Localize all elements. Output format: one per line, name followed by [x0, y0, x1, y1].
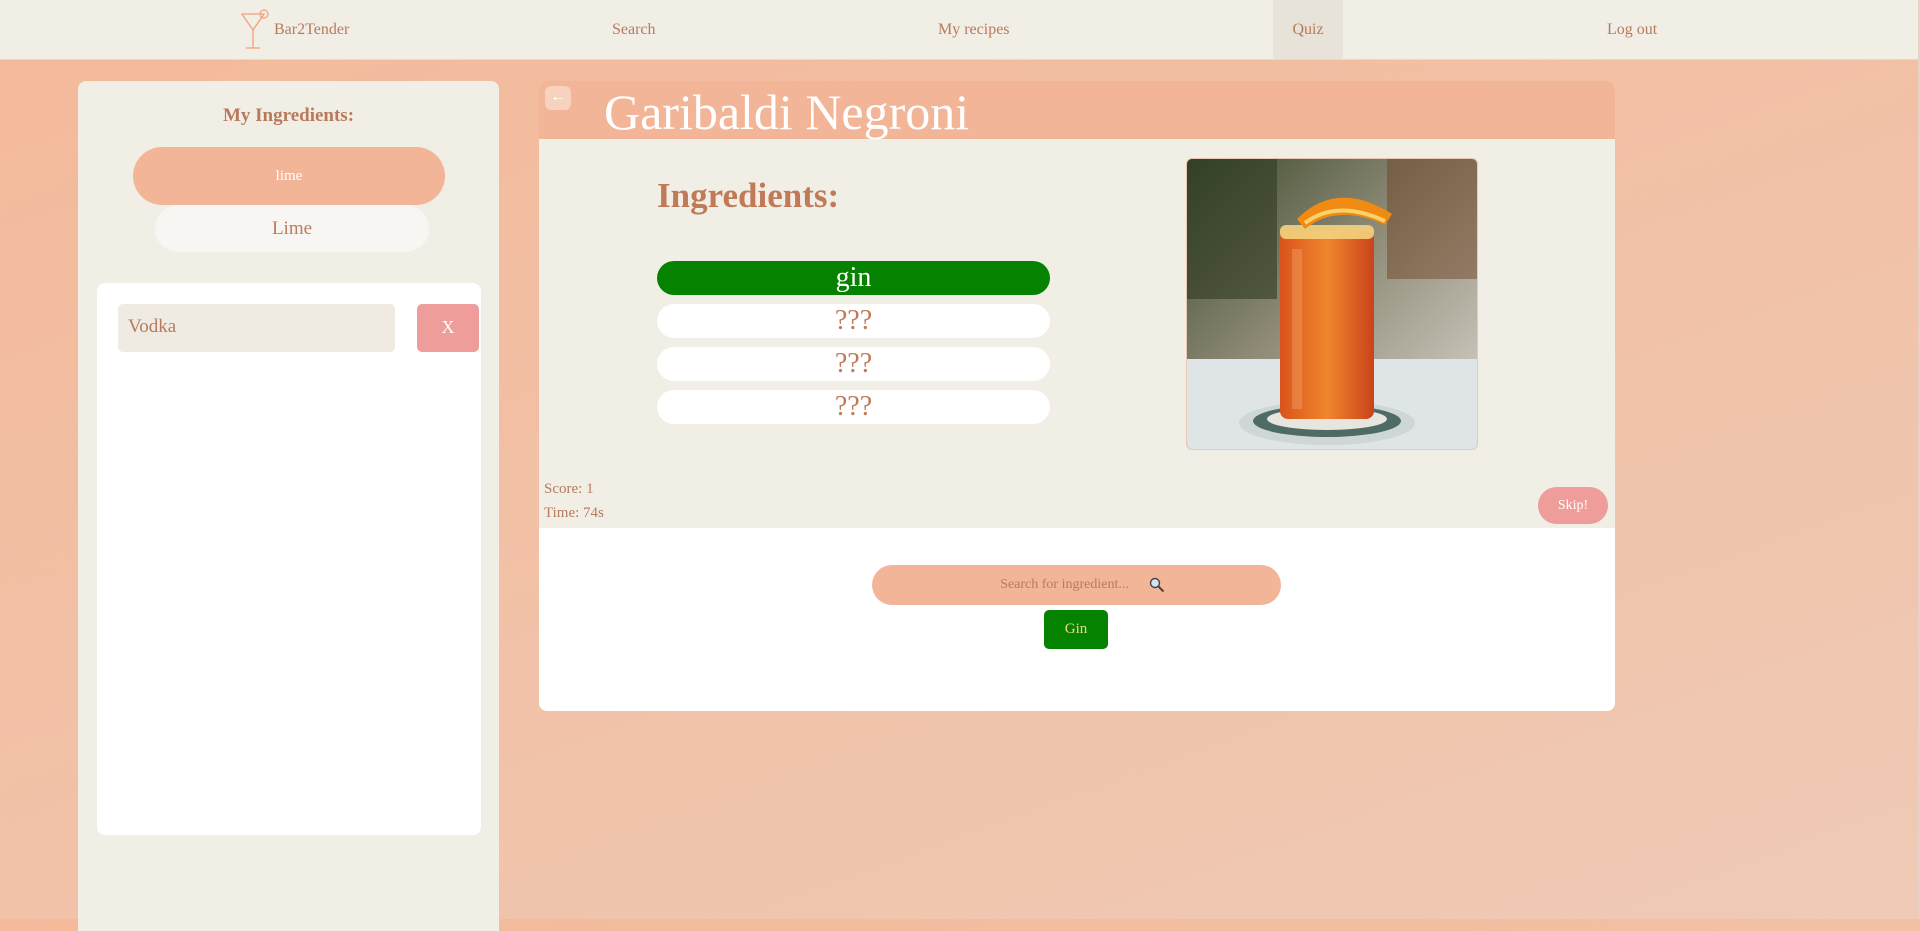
nav-my-recipes[interactable]: My recipes	[938, 0, 1010, 59]
ingredient-found: gin	[657, 261, 1050, 295]
ingredients-heading: Ingredients:	[657, 176, 840, 215]
drink-photo	[1186, 158, 1478, 450]
ingredient-entry: Vodka	[118, 304, 395, 352]
quiz-card: ← Garibaldi Negroni Ingredients: gin ???…	[539, 81, 1615, 711]
top-navbar: Bar2Tender Search My recipes Quiz Log ou…	[0, 0, 1920, 60]
nav-search[interactable]: Search	[612, 0, 656, 59]
my-ingredients-list: Vodka X	[97, 283, 481, 835]
nav-log-out[interactable]: Log out	[1607, 0, 1657, 59]
card-header: ← Garibaldi Negroni	[539, 81, 1615, 140]
ingredient-hidden: ???	[657, 390, 1050, 424]
ingredients-sidebar: My Ingredients: lime Lime Vodka X	[78, 81, 499, 931]
ingredient-hidden: ???	[657, 347, 1050, 381]
search-suggestion-button[interactable]: Gin	[1044, 610, 1108, 649]
remove-ingredient-button[interactable]: X	[417, 304, 479, 352]
ingredient-hidden: ???	[657, 304, 1050, 338]
ingredient-search-input[interactable]	[988, 576, 1141, 594]
brand-name: Bar2Tender	[274, 21, 350, 38]
sidebar-title: My Ingredients:	[222, 105, 355, 126]
score-text: Score: 1	[544, 481, 594, 497]
ingredient-suggestion[interactable]: Lime	[155, 205, 429, 252]
search-icon	[1149, 577, 1164, 593]
skip-button[interactable]: Skip!	[1538, 487, 1608, 524]
brand-link[interactable]: Bar2Tender	[240, 0, 349, 59]
nav-quiz[interactable]: Quiz	[1273, 0, 1343, 59]
back-button[interactable]: ←	[545, 86, 571, 110]
time-text: Time: 74s	[544, 505, 604, 521]
cocktail-glass-icon	[240, 8, 269, 49]
ingredient-search-box[interactable]	[872, 565, 1281, 605]
negroni-glass-image	[1187, 159, 1477, 449]
ingredient-search-value[interactable]: lime	[133, 147, 445, 205]
ingredient-search-area: Gin	[539, 528, 1615, 711]
recipe-title: Garibaldi Negroni	[604, 84, 970, 140]
